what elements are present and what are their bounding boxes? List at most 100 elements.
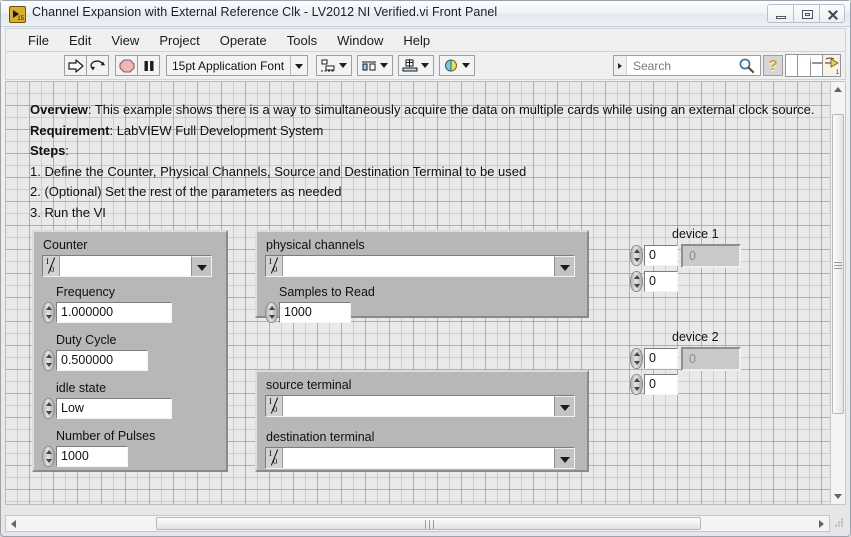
- counter-chevron-down-icon[interactable]: [191, 256, 211, 276]
- idle-state-spinner[interactable]: [42, 398, 55, 419]
- window-title: Channel Expansion with External Referenc…: [32, 5, 498, 19]
- device-1-field-b-spinner[interactable]: [630, 271, 643, 292]
- scroll-left-icon[interactable]: [11, 519, 16, 528]
- distribute-objects-button[interactable]: [357, 55, 393, 76]
- destination-terminal-chevron-down-icon[interactable]: [554, 448, 574, 468]
- search-dropdown-icon[interactable]: [614, 56, 627, 75]
- help-button[interactable]: ?: [763, 55, 783, 76]
- counter-io-dropdown[interactable]: [42, 255, 212, 277]
- menu-item-project[interactable]: Project: [149, 31, 209, 50]
- samples-to-read-control[interactable]: 1000: [265, 302, 351, 323]
- device-1-field-a-control[interactable]: 0: [630, 245, 678, 266]
- samples-to-read-value[interactable]: 1000: [279, 302, 351, 323]
- device-2-field-b-spinner[interactable]: [630, 374, 643, 395]
- run-continuously-button[interactable]: [86, 55, 109, 76]
- counter-label: Counter: [43, 238, 88, 252]
- title-bar: 15 Channel Expansion with External Refer…: [1, 1, 850, 27]
- horizontal-scrollbar-thumb[interactable]: [156, 517, 701, 530]
- description-steps-colon: :: [65, 143, 70, 158]
- device-2-field-b-value[interactable]: 0: [644, 374, 678, 395]
- menu-item-help[interactable]: Help: [393, 31, 440, 50]
- description-requirement-label: Requirement: [30, 122, 110, 138]
- frequency-control[interactable]: 1.000000: [42, 302, 172, 323]
- menu-item-file[interactable]: File: [18, 31, 59, 50]
- context-help-cell-1: [786, 55, 799, 76]
- resize-objects-icon: [402, 59, 418, 72]
- frequency-spinner[interactable]: [42, 302, 55, 323]
- scroll-down-icon[interactable]: [834, 494, 842, 499]
- close-icon: [827, 9, 839, 20]
- device-2-label: device 2: [672, 330, 719, 344]
- idle-state-value[interactable]: Low: [56, 398, 172, 419]
- scroll-up-icon[interactable]: [834, 87, 842, 92]
- source-terminal-chevron-down-icon[interactable]: [554, 396, 574, 416]
- vertical-scrollbar-thumb[interactable]: [832, 114, 844, 414]
- menu-item-operate[interactable]: Operate: [210, 31, 277, 50]
- terminals-panel: source terminal destination terminal: [255, 370, 589, 472]
- horizontal-scrollbar[interactable]: [5, 515, 830, 532]
- menu-item-edit[interactable]: Edit: [59, 31, 101, 50]
- source-terminal-label: source terminal: [266, 378, 352, 392]
- physical-channels-chevron-down-icon[interactable]: [554, 256, 574, 276]
- samples-to-read-label: Samples to Read: [279, 285, 375, 299]
- duty-cycle-control[interactable]: 0.500000: [42, 350, 148, 371]
- window-controls: [767, 4, 845, 23]
- device-1-field-b-value[interactable]: 0: [644, 271, 678, 292]
- pause-button[interactable]: [137, 55, 160, 76]
- resize-grip-icon[interactable]: [831, 515, 846, 532]
- device-2-field-a-value[interactable]: 0: [644, 348, 678, 369]
- description-step-1: 1. Define the Counter, Physical Channels…: [30, 163, 527, 179]
- duty-cycle-spinner[interactable]: [42, 350, 55, 371]
- run-continuously-icon: [90, 60, 105, 71]
- search-placeholder: Search: [633, 58, 672, 73]
- align-objects-button[interactable]: [316, 55, 352, 76]
- destination-terminal-value: [283, 448, 554, 468]
- font-selector-chevron-down-icon[interactable]: [290, 56, 307, 75]
- destination-terminal-io-dropdown[interactable]: [265, 447, 575, 469]
- search-input[interactable]: Search: [613, 55, 761, 76]
- run-button[interactable]: [64, 55, 87, 76]
- abort-execution-button[interactable]: [115, 55, 138, 76]
- labview-front-panel-window: 15 Channel Expansion with External Refer…: [0, 0, 851, 537]
- labview-vi-icon: 15: [9, 6, 26, 23]
- duty-cycle-value[interactable]: 0.500000: [56, 350, 148, 371]
- reorder-icon: [445, 59, 457, 72]
- idle-state-control[interactable]: Low: [42, 398, 172, 419]
- description-text-block: Overview: This example shows there is a …: [30, 100, 820, 223]
- source-terminal-io-dropdown[interactable]: [265, 395, 575, 417]
- device-1-indicator: 0: [681, 244, 741, 268]
- io-glyph-icon: [266, 256, 283, 276]
- context-help-panel[interactable]: 1: [785, 54, 841, 77]
- device-1-field-a-value[interactable]: 0: [644, 245, 678, 266]
- physical-channels-io-dropdown[interactable]: [265, 255, 575, 277]
- restore-button[interactable]: [793, 4, 819, 23]
- samples-to-read-spinner[interactable]: [265, 302, 278, 323]
- number-of-pulses-spinner[interactable]: [42, 446, 55, 467]
- io-glyph-icon: [266, 396, 283, 416]
- menu-item-view[interactable]: View: [101, 31, 149, 50]
- menu-item-tools[interactable]: Tools: [277, 31, 327, 50]
- scroll-right-icon[interactable]: [819, 519, 824, 528]
- device-2-field-a-spinner[interactable]: [630, 348, 643, 369]
- number-of-pulses-control[interactable]: 1000: [42, 446, 128, 467]
- font-selector[interactable]: 15pt Application Font: [166, 55, 308, 76]
- device-1-field-a-spinner[interactable]: [630, 245, 643, 266]
- search-icon: [739, 58, 755, 73]
- context-help-number: 1: [835, 70, 839, 76]
- number-of-pulses-value[interactable]: 1000: [56, 446, 128, 467]
- device-1-field-b-control[interactable]: 0: [630, 271, 678, 292]
- resize-objects-button[interactable]: [398, 55, 434, 76]
- minimize-button[interactable]: [767, 4, 793, 23]
- idle-state-label: idle state: [56, 381, 107, 395]
- menu-bar: File Edit View Project Operate Tools Win…: [5, 28, 846, 52]
- description-step-2: 2. (Optional) Set the rest of the parame…: [30, 184, 342, 199]
- menu-item-window[interactable]: Window: [327, 31, 393, 50]
- device-2-field-a-control[interactable]: 0: [630, 348, 678, 369]
- reorder-button[interactable]: [439, 55, 475, 76]
- close-button[interactable]: [819, 4, 845, 23]
- device-2-field-b-control[interactable]: 0: [630, 374, 678, 395]
- vertical-scrollbar[interactable]: [830, 81, 846, 505]
- description-overview-label: Overview: [30, 102, 88, 117]
- context-help-cell-2: [798, 55, 811, 76]
- frequency-value[interactable]: 1.000000: [56, 302, 172, 323]
